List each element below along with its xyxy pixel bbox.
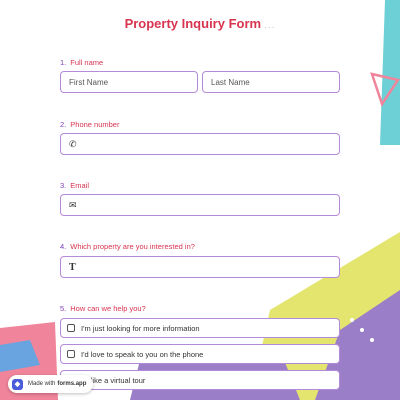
last-name-input[interactable]: Last Name	[202, 71, 340, 93]
checkbox[interactable]	[67, 350, 75, 358]
dot-1	[350, 318, 354, 322]
checkbox[interactable]	[67, 324, 75, 332]
made-with-badge[interactable]: ◆ Made with forms.app	[8, 375, 94, 393]
first-name-input[interactable]: First Name	[60, 71, 198, 93]
title-dots: ...	[264, 20, 276, 31]
question-2-label: 2. Phone number	[60, 120, 120, 129]
question-3-label: 3. Email	[60, 181, 90, 190]
phone-icon: ✆	[69, 138, 77, 149]
phone-input[interactable]: ✆	[60, 133, 340, 155]
option-phone-call[interactable]: I'd love to speak to you on the phone	[60, 344, 340, 364]
question-5-label: 5. How can we help you?	[60, 304, 146, 313]
forms-app-logo-icon: ◆	[12, 378, 23, 390]
question-1-label: 1. Full name	[60, 58, 104, 67]
dot-3	[370, 338, 374, 342]
form-title: Property Inquiry Form...	[124, 16, 276, 31]
option-virtual-tour[interactable]: I'd like a virtual tour	[60, 370, 340, 390]
property-input[interactable]: T	[60, 256, 340, 278]
option-more-information[interactable]: I'm just looking for more information	[60, 318, 340, 338]
email-input[interactable]: ✉	[60, 194, 340, 216]
text-icon: T	[69, 261, 76, 273]
envelope-icon: ✉	[69, 199, 77, 210]
question-4-label: 4. Which property are you interested in?	[60, 242, 195, 251]
dot-2	[360, 328, 364, 332]
